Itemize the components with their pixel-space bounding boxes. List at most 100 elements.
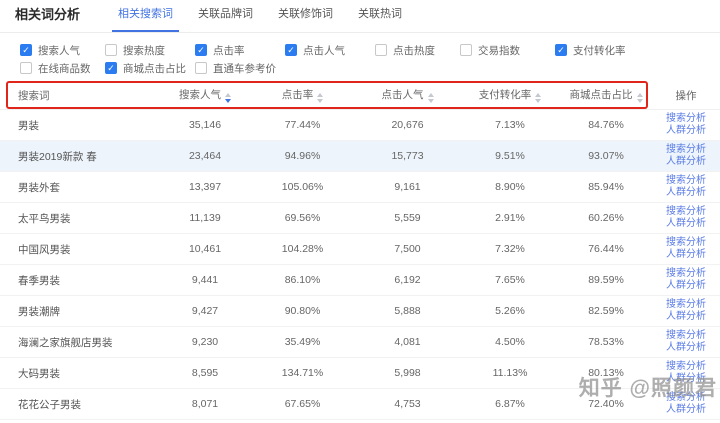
sort-icon[interactable] xyxy=(637,93,643,103)
cell-click-rate: 77.44% xyxy=(250,119,355,131)
tab-related-brand-words[interactable]: 关联品牌词 xyxy=(192,5,259,32)
checkbox-icon[interactable] xyxy=(20,44,32,56)
filter-click-heat[interactable]: 点击热度 xyxy=(375,43,460,58)
page-title: 相关词分析 xyxy=(15,4,80,32)
search-analysis-link[interactable]: 搜索分析 xyxy=(666,144,706,156)
search-analysis-link[interactable]: 搜索分析 xyxy=(666,299,706,311)
filter-label: 商城点击占比 xyxy=(123,61,186,76)
table-row[interactable]: 男装潮牌 9,427 90.80% 5,888 5.26% 82.59% 搜索分… xyxy=(0,296,720,327)
filter-transaction-index[interactable]: 交易指数 xyxy=(460,43,555,58)
sort-icon[interactable] xyxy=(428,93,434,103)
col-header-click-rate[interactable]: 点击率 xyxy=(250,87,355,103)
cell-click-rate: 90.80% xyxy=(250,305,355,317)
cell-click-popularity: 5,998 xyxy=(355,367,460,379)
cell-search-popularity: 11,139 xyxy=(160,212,250,224)
cell-click-rate: 105.06% xyxy=(250,181,355,193)
cell-click-popularity: 9,161 xyxy=(355,181,460,193)
crowd-analysis-link[interactable]: 人群分析 xyxy=(666,156,706,168)
filter-search-heat[interactable]: 搜索热度 xyxy=(105,43,195,58)
search-analysis-link[interactable]: 搜索分析 xyxy=(666,175,706,187)
table-row[interactable]: 中国风男装 10,461 104.28% 7,500 7.32% 76.44% … xyxy=(0,234,720,265)
cell-click-rate: 86.10% xyxy=(250,274,355,286)
cell-click-popularity: 5,559 xyxy=(355,212,460,224)
cell-mall-click-ratio: 76.44% xyxy=(560,243,652,255)
metric-filter-panel: 搜索人气 搜索热度 点击率 点击人气 点击热度 交易指数 支付转化率 在线商品数… xyxy=(0,33,720,81)
checkbox-icon[interactable] xyxy=(460,44,472,56)
checkbox-icon[interactable] xyxy=(20,62,32,74)
cell-pay-conversion: 4.50% xyxy=(460,336,560,348)
cell-mall-click-ratio: 60.26% xyxy=(560,212,652,224)
col-header-pay-conversion[interactable]: 支付转化率 xyxy=(460,87,560,103)
crowd-analysis-link[interactable]: 人群分析 xyxy=(666,125,706,137)
search-analysis-link[interactable]: 搜索分析 xyxy=(666,330,706,342)
table-row[interactable]: 春季男装 9,441 86.10% 6,192 7.65% 89.59% 搜索分… xyxy=(0,265,720,296)
cell-keyword: 中国风男装 xyxy=(0,242,160,257)
cell-pay-conversion: 11.13% xyxy=(460,367,560,379)
cell-pay-conversion: 2.91% xyxy=(460,212,560,224)
search-analysis-link[interactable]: 搜索分析 xyxy=(666,237,706,249)
cell-click-popularity: 4,081 xyxy=(355,336,460,348)
cell-keyword: 花花公子男装 xyxy=(0,397,160,412)
cell-search-popularity: 10,461 xyxy=(160,243,250,255)
table-row[interactable]: 大码男装 8,595 134.71% 5,998 11.13% 80.13% 搜… xyxy=(0,358,720,389)
crowd-analysis-link[interactable]: 人群分析 xyxy=(666,280,706,292)
search-analysis-link[interactable]: 搜索分析 xyxy=(666,268,706,280)
checkbox-icon[interactable] xyxy=(105,62,117,74)
crowd-analysis-link[interactable]: 人群分析 xyxy=(666,249,706,261)
col-header-click-popularity[interactable]: 点击人气 xyxy=(355,87,460,103)
filter-ztc-reference-price[interactable]: 直通车参考价 xyxy=(195,61,285,76)
crowd-analysis-link[interactable]: 人群分析 xyxy=(666,218,706,230)
cell-mall-click-ratio: 82.59% xyxy=(560,305,652,317)
table-row[interactable]: 男装外套 13,397 105.06% 9,161 8.90% 85.94% 搜… xyxy=(0,172,720,203)
tab-related-hot-words[interactable]: 关联热词 xyxy=(352,5,408,32)
checkbox-icon[interactable] xyxy=(195,44,207,56)
filter-click-popularity[interactable]: 点击人气 xyxy=(285,43,375,58)
checkbox-icon[interactable] xyxy=(195,62,207,74)
crowd-analysis-link[interactable]: 人群分析 xyxy=(666,311,706,323)
cell-click-popularity: 15,773 xyxy=(355,150,460,162)
table-row[interactable]: 太平鸟男装 11,139 69.56% 5,559 2.91% 60.26% 搜… xyxy=(0,203,720,234)
checkbox-icon[interactable] xyxy=(375,44,387,56)
filter-label: 点击率 xyxy=(213,43,245,58)
search-analysis-link[interactable]: 搜索分析 xyxy=(666,113,706,125)
cell-click-rate: 69.56% xyxy=(250,212,355,224)
cell-mall-click-ratio: 85.94% xyxy=(560,181,652,193)
cell-pay-conversion: 8.90% xyxy=(460,181,560,193)
filter-online-products[interactable]: 在线商品数 xyxy=(20,61,105,76)
crowd-analysis-link[interactable]: 人群分析 xyxy=(666,187,706,199)
crowd-analysis-link[interactable]: 人群分析 xyxy=(666,342,706,354)
col-header-search-popularity[interactable]: 搜索人气 xyxy=(160,87,250,103)
filter-label: 直通车参考价 xyxy=(213,61,276,76)
checkbox-icon[interactable] xyxy=(555,44,567,56)
cell-keyword: 男装潮牌 xyxy=(0,304,160,319)
cell-keyword: 男装 xyxy=(0,118,160,133)
sort-desc-icon[interactable] xyxy=(225,93,231,103)
sort-icon[interactable] xyxy=(535,93,541,103)
cell-click-rate: 134.71% xyxy=(250,367,355,379)
search-analysis-link[interactable]: 搜索分析 xyxy=(666,206,706,218)
checkbox-icon[interactable] xyxy=(105,44,117,56)
search-analysis-link[interactable]: 搜索分析 xyxy=(666,392,706,404)
table-header: 搜索词 搜索人气 点击率 点击人气 支付转化率 商城点击占比 操作 xyxy=(0,81,720,110)
crowd-analysis-link[interactable]: 人群分析 xyxy=(666,373,706,385)
crowd-analysis-link[interactable]: 人群分析 xyxy=(666,404,706,416)
filter-search-popularity[interactable]: 搜索人气 xyxy=(20,43,105,58)
table-row[interactable]: 花花公子男装 8,071 67.65% 4,753 6.87% 72.40% 搜… xyxy=(0,389,720,420)
filter-pay-conversion-rate[interactable]: 支付转化率 xyxy=(555,43,720,58)
cell-keyword: 男装外套 xyxy=(0,180,160,195)
sort-icon[interactable] xyxy=(317,93,323,103)
cell-actions: 搜索分析人群分析 xyxy=(652,175,720,199)
cell-mall-click-ratio: 84.76% xyxy=(560,119,652,131)
cell-click-rate: 35.49% xyxy=(250,336,355,348)
col-header-mall-click-ratio[interactable]: 商城点击占比 xyxy=(560,87,652,103)
table-row[interactable]: 海澜之家旗舰店男装 9,230 35.49% 4,081 4.50% 78.53… xyxy=(0,327,720,358)
filter-mall-click-ratio[interactable]: 商城点击占比 xyxy=(105,61,195,76)
tab-related-search-words[interactable]: 相关搜索词 xyxy=(112,5,179,32)
tab-related-modifier-words[interactable]: 关联修饰词 xyxy=(272,5,339,32)
checkbox-icon[interactable] xyxy=(285,44,297,56)
filter-click-rate[interactable]: 点击率 xyxy=(195,43,285,58)
search-analysis-link[interactable]: 搜索分析 xyxy=(666,361,706,373)
cell-pay-conversion: 5.26% xyxy=(460,305,560,317)
table-row[interactable]: 男装2019新款 春 23,464 94.96% 15,773 9.51% 93… xyxy=(0,141,720,172)
table-row[interactable]: 男装 35,146 77.44% 20,676 7.13% 84.76% 搜索分… xyxy=(0,110,720,141)
